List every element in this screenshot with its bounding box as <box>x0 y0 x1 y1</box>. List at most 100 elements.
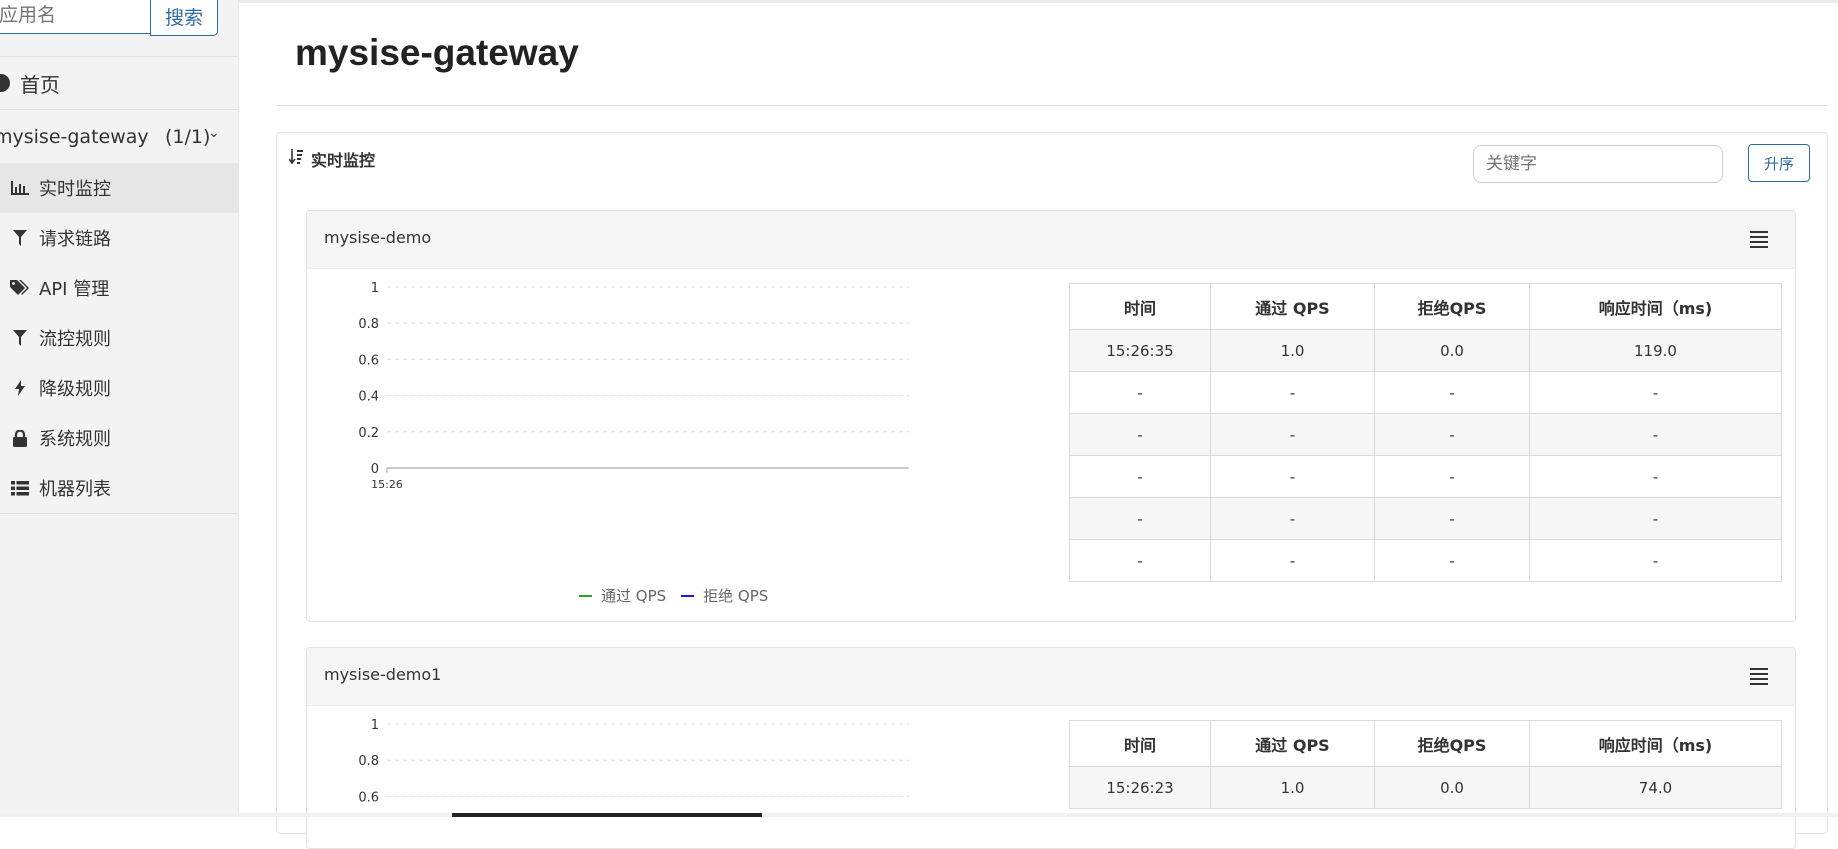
table-cell: - <box>1374 497 1530 540</box>
table-cell: 0.0 <box>1374 766 1530 809</box>
sidebar-item-realtime-monitor[interactable]: 实时监控 <box>0 163 238 213</box>
panel-header: 实时监控 <box>288 147 376 171</box>
sidebar-item-label: 系统规则 <box>39 429 111 450</box>
legend-item-block[interactable]: 拒绝 QPS <box>681 585 768 606</box>
legend-swatch <box>579 594 592 597</box>
col-header-time: 时间 <box>1069 283 1211 330</box>
sidebar-item-label: 机器列表 <box>39 479 111 500</box>
sidebar: 搜索 首页 mysise-gateway (1/1) ⌄ 实时监控 请求链路 A… <box>0 0 239 817</box>
y-tick-label: 0 <box>371 462 379 477</box>
menu-icon[interactable] <box>1750 231 1768 251</box>
table-cell: - <box>1529 371 1782 414</box>
table-cell: - <box>1210 413 1375 456</box>
list-icon <box>9 480 31 496</box>
y-tick-label: 0.8 <box>358 317 379 332</box>
col-header-rt: 响应时间（ms) <box>1529 720 1782 767</box>
table-cell: - <box>1374 413 1530 456</box>
sort-ascending-button[interactable]: 升序 <box>1748 144 1810 182</box>
x-tick-label: 15:26 <box>371 478 403 491</box>
col-header-pass-qps: 通过 QPS <box>1210 283 1375 330</box>
table-row: ---- <box>1069 413 1782 456</box>
card-header: mysise-demo1 <box>307 648 1795 706</box>
col-header-rt: 响应时间（ms) <box>1529 283 1782 330</box>
table-cell: - <box>1069 413 1211 456</box>
tags-icon <box>9 280 31 296</box>
y-tick-label: 0.6 <box>358 353 379 368</box>
resource-card: mysise-demo1 1 0.8 0.6 时间 通过 QPS 拒绝QPS 响应时… <box>306 647 1796 849</box>
table-cell: - <box>1374 455 1530 498</box>
panel-title: 实时监控 <box>311 151 376 170</box>
app-instance-count: (1/1) <box>165 126 211 148</box>
sidebar-item-request-chain[interactable]: 请求链路 <box>0 213 238 263</box>
table-cell: - <box>1529 413 1782 456</box>
sidebar-item-label: API 管理 <box>39 279 110 300</box>
search-button[interactable]: 搜索 <box>150 0 218 36</box>
resource-name: mysise-demo1 <box>324 665 442 684</box>
title-divider <box>277 105 1827 106</box>
y-tick-label: 0.4 <box>358 390 379 405</box>
sidebar-item-flow-rules[interactable]: 流控规则 <box>0 313 238 363</box>
table-cell: - <box>1069 497 1211 540</box>
bar-chart-icon <box>9 181 31 195</box>
nav-home[interactable]: 首页 <box>0 56 238 110</box>
col-header-block-qps: 拒绝QPS <box>1374 720 1530 767</box>
table-cell: 1.0 <box>1210 766 1375 809</box>
table-cell: 0.0 <box>1374 329 1530 372</box>
keyword-search-input[interactable] <box>1473 145 1723 183</box>
app-search-input[interactable] <box>0 0 150 34</box>
app-name: mysise-gateway <box>0 126 149 148</box>
card-header: mysise-demo <box>307 211 1795 269</box>
menu-icon[interactable] <box>1750 668 1768 688</box>
qps-line-chart: 1 0.8 0.6 0.4 0.2 015:26 <box>358 281 909 491</box>
table-cell: 15:26:23 <box>1069 766 1211 809</box>
app-menu-toggle[interactable]: mysise-gateway (1/1) ⌄ <box>0 115 238 159</box>
sidebar-item-machine-list[interactable]: 机器列表 <box>0 463 238 513</box>
sidebar-item-api-management[interactable]: API 管理 <box>0 263 238 313</box>
lock-icon <box>9 429 31 447</box>
table-cell: - <box>1529 455 1782 498</box>
sidebar-item-degrade-rules[interactable]: 降级规则 <box>0 363 238 413</box>
table-row: ---- <box>1069 371 1782 414</box>
table-cell: - <box>1210 371 1375 414</box>
horizontal-scrollbar[interactable] <box>0 813 1838 817</box>
scrollbar-thumb[interactable] <box>452 813 762 817</box>
table-row: ---- <box>1069 497 1782 540</box>
table-cell: - <box>1374 371 1530 414</box>
qps-table: 时间 通过 QPS 拒绝QPS 响应时间（ms) 15:26:35 1.0 0.0 1… <box>1069 283 1782 582</box>
sidebar-item-label: 实时监控 <box>39 179 111 200</box>
table-cell: - <box>1210 539 1375 582</box>
table-row: 15:26:35 1.0 0.0 119.0 <box>1069 329 1782 372</box>
qps-table: 时间 通过 QPS 拒绝QPS 响应时间（ms) 15:26:23 1.0 0.0 7… <box>1069 720 1782 809</box>
sidebar-item-system-rules[interactable]: 系统规则 <box>0 413 238 463</box>
flash-icon <box>9 380 31 396</box>
legend-label: 通过 QPS <box>601 587 667 605</box>
col-header-time: 时间 <box>1069 720 1211 767</box>
y-tick-label: 0.6 <box>358 790 379 805</box>
top-border <box>238 0 1838 3</box>
filter-icon <box>9 330 31 346</box>
resource-name: mysise-demo <box>324 228 432 247</box>
table-row: ---- <box>1069 539 1782 582</box>
table-cell: - <box>1210 497 1375 540</box>
table-cell: - <box>1210 455 1375 498</box>
table-cell: - <box>1069 455 1211 498</box>
y-tick-label: 0.2 <box>358 426 379 441</box>
chart-legend: 通过 QPS 拒绝 QPS <box>579 585 783 606</box>
table-cell: - <box>1529 497 1782 540</box>
sidebar-item-label: 请求链路 <box>39 229 111 250</box>
page-title: mysise-gateway <box>295 32 579 73</box>
table-cell: 1.0 <box>1210 329 1375 372</box>
chevron-down-icon: ⌄ <box>208 125 220 141</box>
table-cell: - <box>1374 539 1530 582</box>
col-header-pass-qps: 通过 QPS <box>1210 720 1375 767</box>
table-cell: - <box>1529 539 1782 582</box>
app-search: 搜索 <box>0 0 218 36</box>
sidebar-item-label: 降级规则 <box>39 379 111 400</box>
legend-item-pass[interactable]: 通过 QPS <box>579 585 666 606</box>
sidebar-item-label: 流控规则 <box>39 329 111 350</box>
table-cell: 74.0 <box>1529 766 1782 809</box>
y-tick-label: 1 <box>371 718 379 733</box>
table-cell: 119.0 <box>1529 329 1782 372</box>
table-cell: - <box>1069 539 1211 582</box>
app-submenu: 实时监控 请求链路 API 管理 流控规则 降级规则 系统规则 机器列表 <box>0 163 238 513</box>
